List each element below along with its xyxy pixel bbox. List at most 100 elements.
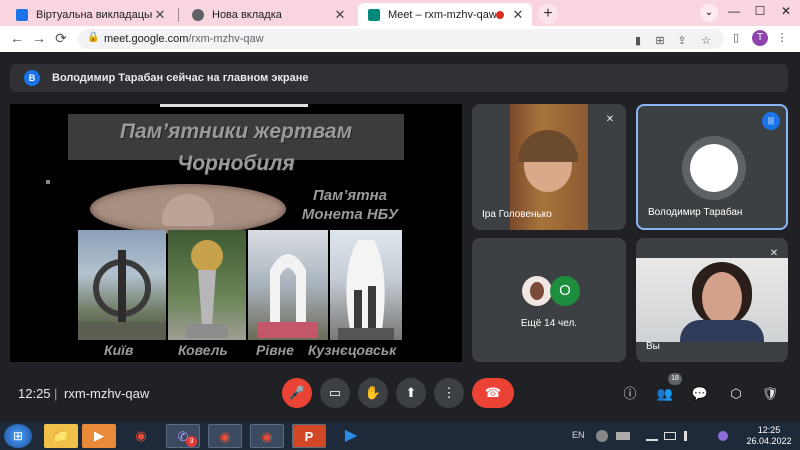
minimize-button[interactable]: — [722, 4, 746, 18]
start-button[interactable]: ⊞ [4, 424, 32, 448]
kovel-monument-drawing [186, 240, 228, 338]
other-avatar-face [530, 282, 544, 300]
taskbar-powerpoint-icon[interactable]: P [292, 424, 326, 448]
taskbar-chrome-3-icon[interactable]: ◉ [250, 424, 284, 448]
participant-tile-self[interactable]: ✕ Вы [636, 238, 788, 362]
forward-button[interactable]: → [30, 30, 48, 46]
tab-new-tab[interactable]: Нова вкладка ✕ [182, 3, 354, 26]
close-icon[interactable]: ✕ [510, 7, 526, 23]
mic-toggle-button[interactable]: 🎤 [282, 378, 312, 408]
close-icon[interactable]: ✕ [332, 7, 348, 23]
profile-avatar[interactable]: T [752, 30, 768, 46]
end-call-button[interactable]: ☎ [472, 378, 514, 408]
city-label-kyiv: Київ [104, 342, 134, 358]
viber-tray-icon[interactable] [718, 431, 728, 441]
back-button[interactable]: ← [8, 30, 26, 46]
kyiv-monument-drawing [78, 250, 166, 340]
bell-relief [162, 194, 214, 226]
raise-hand-button[interactable]: ✋ [358, 378, 388, 408]
taskbar-player-icon[interactable]: ▶ [334, 424, 368, 448]
coin-label: Пам’ятна Монета НБУ [301, 187, 399, 223]
meeting-code: rxm-mzhv-qaw [64, 386, 150, 401]
meeting-time: 12:25 [18, 386, 51, 401]
other-participant-avatar [522, 276, 552, 306]
tab-virtual-classroom[interactable]: Віртуальна викладацька ВСП "Б ✕ [6, 3, 174, 26]
share-icon[interactable]: ⇪ [674, 34, 690, 47]
speaking-indicator-icon: ||| [762, 112, 780, 130]
slide-title-box: Пам’ятники жертвам Чорнобиля [68, 114, 404, 175]
taskbar-media-icon[interactable]: ▶ [82, 424, 116, 448]
tray-app-icon[interactable] [616, 432, 630, 440]
slide-title-line2: Чорнобиля [177, 152, 295, 175]
rivne-monument-drawing [258, 254, 318, 338]
language-indicator[interactable]: EN [572, 430, 585, 440]
battery-icon[interactable] [664, 432, 676, 440]
meet-favicon-icon [368, 8, 380, 21]
volume-icon[interactable] [684, 431, 694, 441]
people-icon[interactable]: 👥 [655, 384, 675, 404]
tab-separator [178, 8, 179, 22]
presenting-text: Володимир Тарабан сейчас на главном экра… [52, 72, 309, 84]
lock-icon[interactable]: 🔒 [87, 32, 99, 43]
screen: Віртуальна викладацька ВСП "Б ✕ Нова вкл… [0, 0, 800, 450]
close-icon[interactable]: ✕ [152, 7, 168, 23]
city-label-kuznetsovsk: Кузнєцовськ [308, 342, 397, 358]
self-face [702, 272, 742, 324]
mic-off-icon: ✕ [769, 248, 779, 259]
info-icon[interactable]: ⓘ [620, 384, 640, 404]
taskbar-chrome-icon[interactable]: ◉ [124, 424, 158, 448]
more-options-button[interactable]: ⋮ [434, 378, 464, 408]
tab-title: Віртуальна викладацька ВСП "Б [36, 8, 152, 21]
participant-name: Вы [646, 341, 660, 352]
new-tab-button[interactable]: + [538, 4, 558, 24]
mouse-cursor-icon [46, 180, 50, 184]
side-panel-icon[interactable]: ▯ [728, 31, 744, 44]
rivne-monument-photo [248, 230, 328, 340]
browser-menu-icon[interactable]: ⋮ [774, 31, 790, 44]
system-clock[interactable]: 12:25 26.04.2022 [742, 425, 796, 447]
participant-name: Іра Головенько [482, 209, 552, 220]
participant-tile-others[interactable]: О Ещё 14 чел. [472, 238, 626, 362]
present-screen-button[interactable]: ⬆ [396, 378, 426, 408]
classroom-favicon-icon [16, 8, 28, 21]
kyiv-monument-photo [78, 230, 166, 340]
ira-hair [518, 130, 578, 162]
slide-top-bar [160, 104, 308, 107]
tab-title: Нова вкладка [212, 8, 282, 21]
taskbar-explorer-icon[interactable]: 📁 [44, 424, 78, 448]
kuznetsovsk-monument-photo [330, 230, 402, 340]
camera-toggle-button[interactable]: ▭ [320, 378, 350, 408]
avatar-ring [682, 136, 746, 200]
chat-icon[interactable]: 💬 [690, 384, 710, 404]
reload-button[interactable]: ⟳ [52, 30, 70, 47]
browser-toolbar: ← → ⟳ 🔒 meet.google.com/rxm-mzhv-qaw ▮ ⊞… [0, 26, 800, 52]
recording-dot-icon [496, 10, 504, 19]
chevron-down-icon[interactable]: ⌄ [700, 4, 718, 22]
address-bar[interactable]: 🔒 meet.google.com/rxm-mzhv-qaw ▮ ⊞ ⇪ ☆ [78, 29, 724, 49]
kuznetsovsk-monument-drawing [338, 240, 394, 340]
translate-icon[interactable]: ⊞ [652, 34, 668, 47]
participant-tile-volodymyr[interactable]: ||| Володимир Тарабан [636, 104, 788, 230]
close-window-button[interactable]: ✕ [774, 4, 798, 18]
viber-badge: 3 [186, 436, 197, 447]
skype-tray-icon[interactable] [596, 430, 608, 442]
network-signal-icon[interactable] [646, 431, 658, 441]
maximize-button[interactable]: ☐ [748, 4, 772, 18]
more-participants-label: Ещё 14 чел. [520, 318, 578, 329]
participant-tile-ira[interactable]: ✕ Іра Головенько [472, 104, 626, 230]
avatar [690, 144, 738, 192]
activities-icon[interactable]: ⬡ [726, 384, 746, 404]
clock-date: 26.04.2022 [746, 436, 792, 446]
host-controls-icon[interactable]: 🛡 [760, 384, 780, 404]
url-host: meet.google.com [104, 33, 189, 45]
camera-permission-icon[interactable]: ▮ [630, 34, 646, 47]
tab-meet[interactable]: Meet – rxm-mzhv-qaw ✕ [358, 3, 532, 26]
taskbar-chrome-2-icon[interactable]: ◉ [208, 424, 242, 448]
presenter-avatar: В [24, 70, 40, 86]
commemorative-coin-image [90, 184, 286, 234]
self-shoulders [680, 320, 764, 342]
bookmark-star-icon[interactable]: ☆ [698, 34, 714, 47]
shared-screen[interactable]: Пам’ятники жертвам Чорнобиля Пам’ятна Мо… [10, 104, 462, 362]
self-video-feed [636, 258, 788, 342]
presenting-notice: В Володимир Тарабан сейчас на главном эк… [10, 64, 788, 92]
